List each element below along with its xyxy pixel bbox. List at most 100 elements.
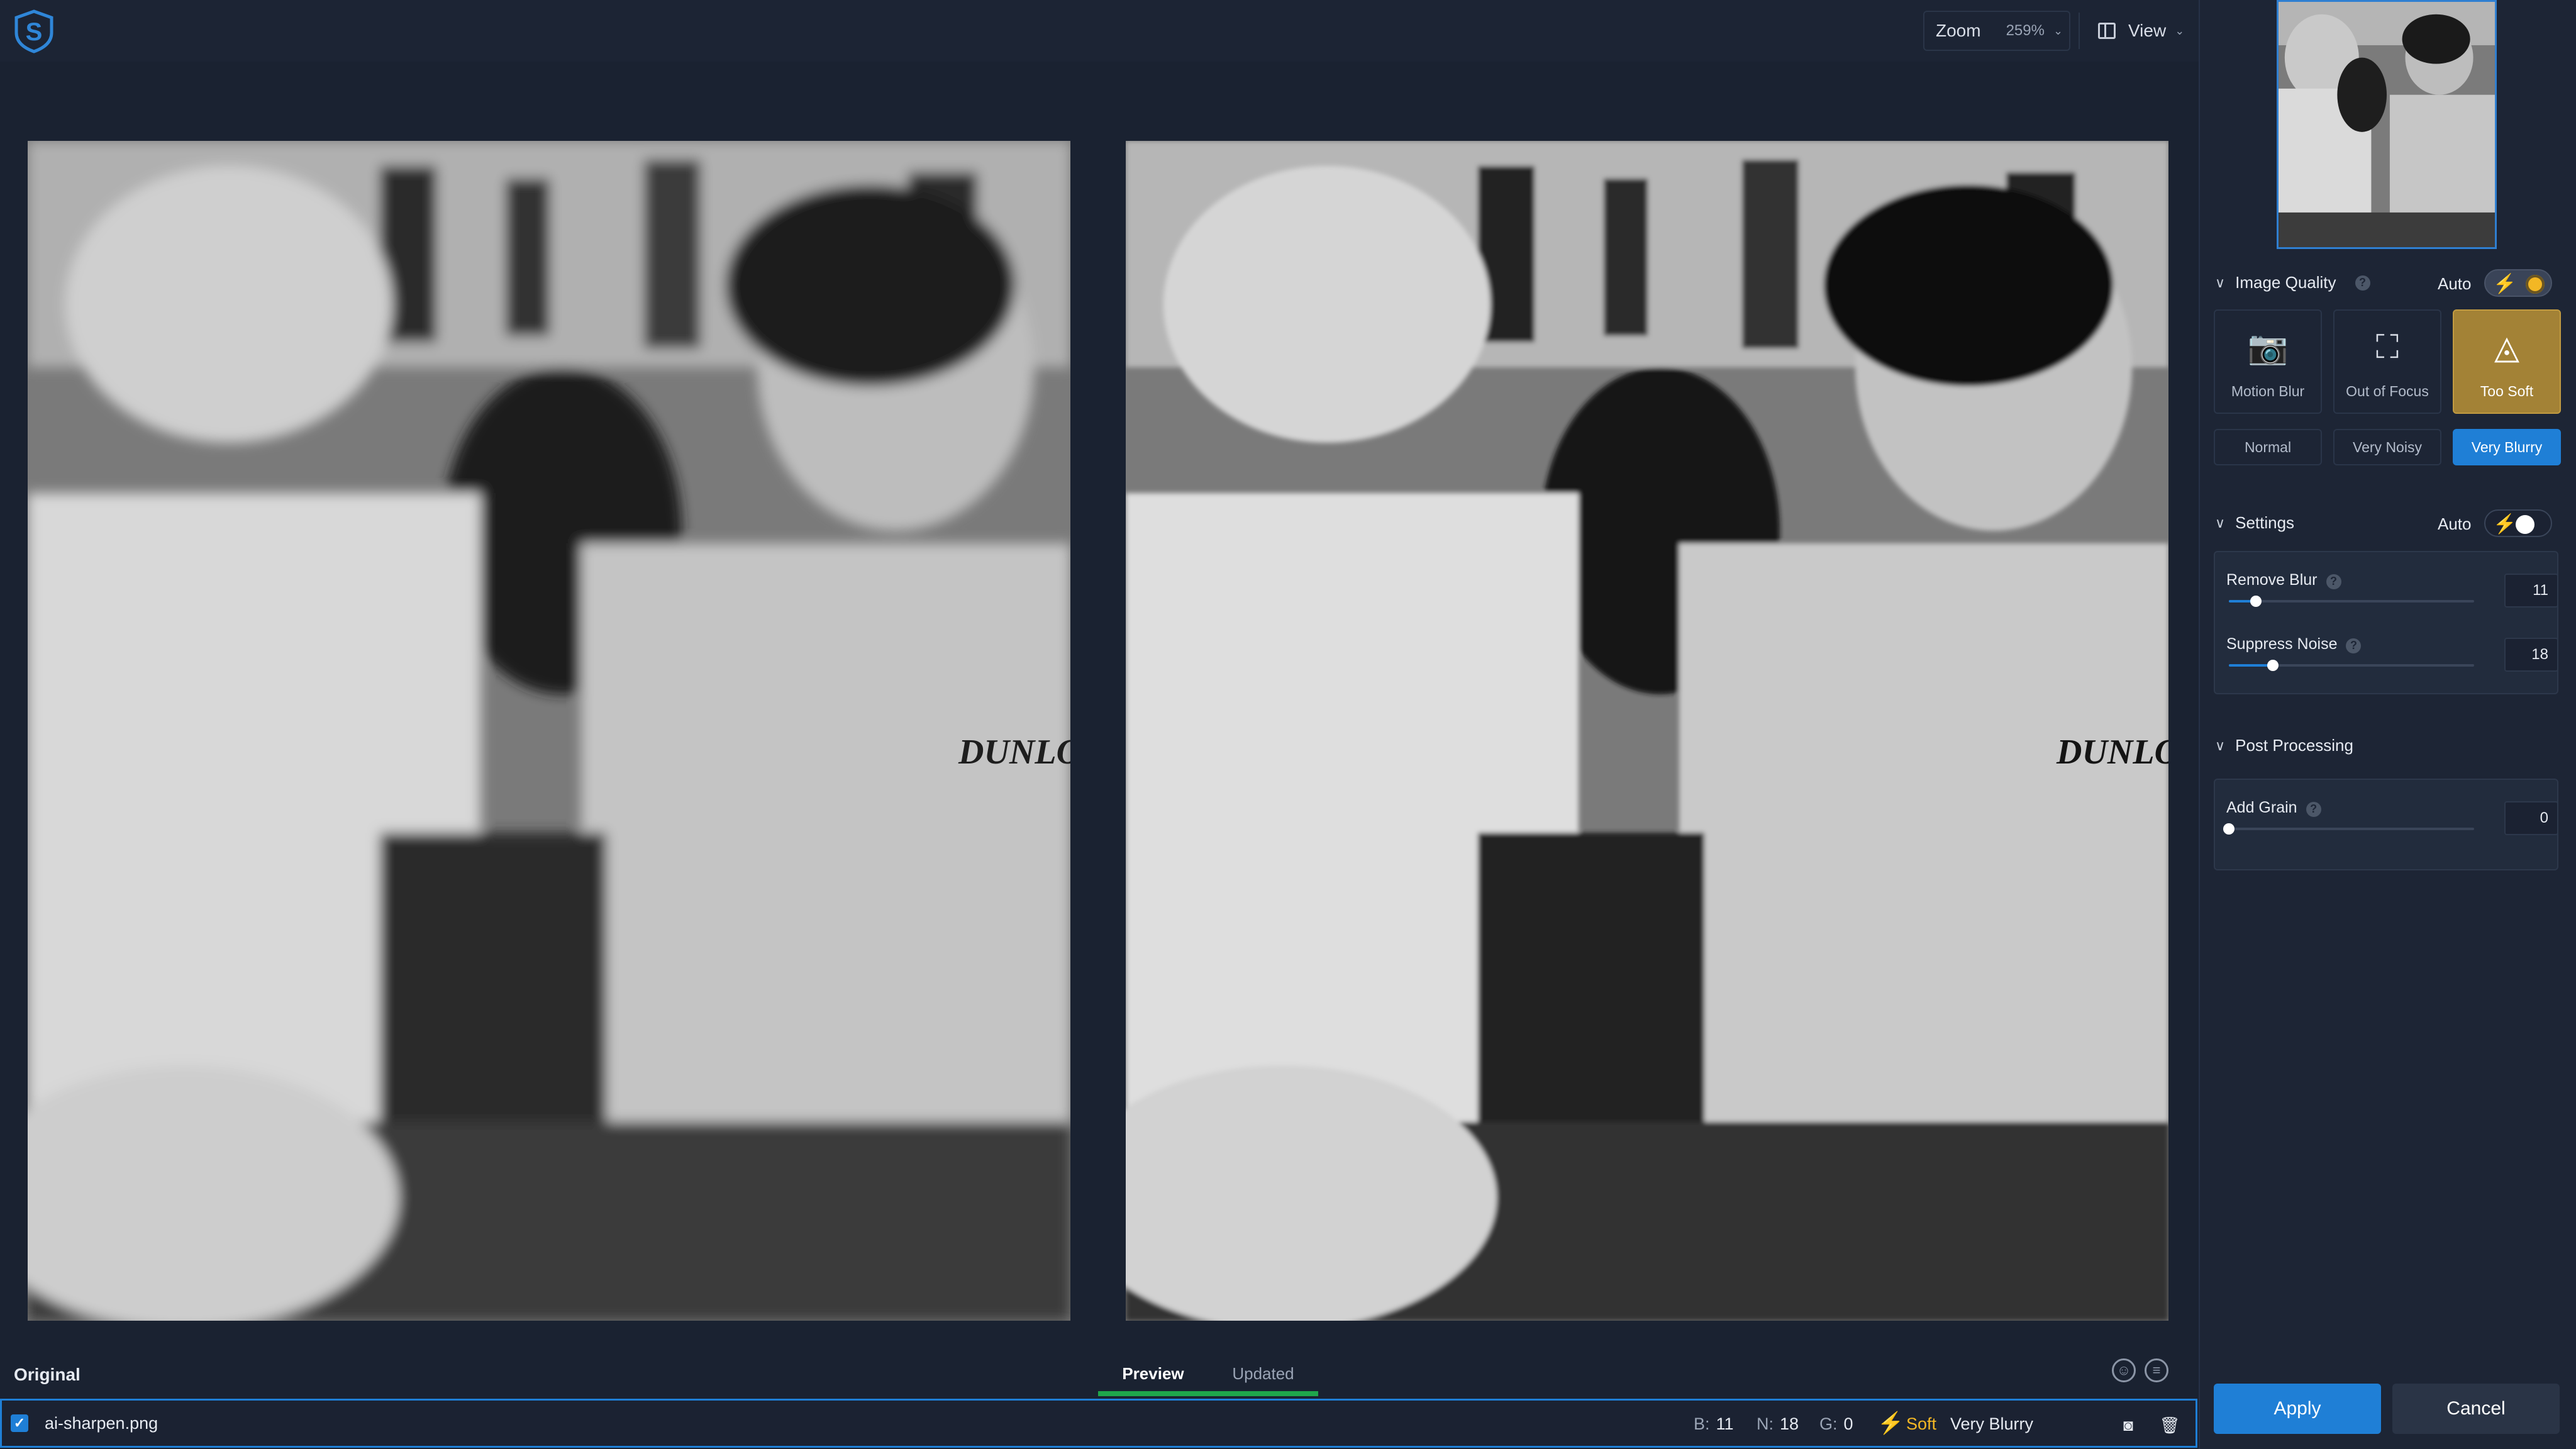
lightning-icon: ⚡: [2493, 274, 2517, 294]
svg-text:DUNLO: DUNLO: [2056, 733, 2168, 772]
cancel-button[interactable]: Cancel: [2392, 1384, 2560, 1434]
svg-text:S: S: [26, 18, 43, 46]
select-checkbox[interactable]: ✓: [11, 1414, 28, 1432]
chevron-down-icon: ∨: [2215, 737, 2226, 753]
chevron-down-icon: ⌄: [2175, 24, 2185, 37]
tab-underline: [1098, 1391, 1318, 1396]
slider-knob[interactable]: [2250, 596, 2262, 607]
remove-blur-value[interactable]: 11: [2504, 574, 2558, 608]
add-grain-label: Add Grain?: [2226, 799, 2321, 817]
noise-stat: N: 18: [1757, 1414, 1799, 1434]
mode-motion-blur-button[interactable]: 📷 Motion Blur: [2214, 309, 2322, 414]
post-processing-title: Post Processing: [2235, 736, 2353, 755]
photo-updated: DUNLO: [1126, 141, 2168, 1321]
category-label: Very Blurry: [1950, 1414, 2034, 1433]
image-list-row[interactable]: ✓ ai-sharpen.png B: 11 N: 18 G: 0 ⚡ Soft Ve…: [0, 1399, 2197, 1448]
chevron-down-icon: ⌄: [2053, 24, 2063, 37]
updated-image[interactable]: DUNLO: [1126, 141, 2168, 1321]
preview-stage: DUNLO DUNLO: [0, 62, 2199, 1390]
grain-stat: G: 0: [1819, 1414, 1853, 1434]
zoom-label: Zoom: [1936, 21, 1981, 40]
divider: [2079, 13, 2080, 49]
help-icon[interactable]: ?: [2306, 801, 2321, 817]
suppress-noise-text: Suppress Noise: [2226, 635, 2338, 653]
level-very-noisy-button[interactable]: Very Noisy: [2333, 429, 2441, 465]
settings-panel: ∨ Image Quality ? Auto ⚡ 📷 Motion Blur ⛶…: [2199, 0, 2576, 1449]
navigator-photo: [2279, 2, 2495, 247]
mode-label: Too Soft: [2480, 383, 2534, 399]
noise-stat-label: N:: [1757, 1414, 1774, 1433]
mode-out-of-focus-button[interactable]: ⛶ Out of Focus: [2333, 309, 2441, 414]
auto-label: Auto: [2438, 274, 2472, 293]
app-logo-icon: S: [14, 9, 53, 53]
preview-tabs: Preview Updated: [1098, 1351, 1318, 1396]
help-icon[interactable]: ?: [2326, 574, 2341, 589]
level-very-blurry-button[interactable]: Very Blurry: [2453, 429, 2561, 465]
mode-label: Out of Focus: [2346, 383, 2429, 399]
view-label: View: [2128, 21, 2167, 40]
settings-header[interactable]: ∨ Settings: [2215, 513, 2294, 533]
view-dropdown[interactable]: View ⌄: [2098, 11, 2199, 51]
suppress-noise-value[interactable]: 18: [2504, 638, 2558, 672]
original-image[interactable]: DUNLO: [28, 141, 1070, 1321]
mode-too-soft-button[interactable]: ◬ Too Soft: [2453, 309, 2561, 414]
smile-icon[interactable]: ☺: [2112, 1358, 2136, 1382]
settings-title: Settings: [2235, 513, 2295, 532]
feedback-icons: ☺ ≡: [2112, 1358, 2168, 1382]
suppress-noise-slider[interactable]: [2229, 660, 2474, 671]
lightning-icon: ⚡: [2493, 514, 2517, 535]
auto-label: Auto: [2438, 514, 2472, 533]
split-view-icon: [2098, 23, 2116, 39]
settings-card: Remove Blur? 11 Suppress Noise? 18: [2214, 551, 2558, 694]
mode-label: Motion Blur: [2231, 383, 2305, 399]
post-processing-card: Add Grain? 0: [2214, 779, 2558, 870]
slider-fill: [2229, 664, 2273, 667]
toggle-knob: [2516, 515, 2534, 534]
blur-stat-value: 11: [1716, 1414, 1734, 1433]
blur-stat: B: 11: [1694, 1414, 1734, 1434]
photo-original: DUNLO: [28, 141, 1070, 1321]
navigator-thumbnail[interactable]: [2277, 0, 2497, 249]
settings-auto-toggle[interactable]: ⚡: [2484, 509, 2552, 537]
help-icon[interactable]: ?: [2346, 638, 2362, 653]
add-grain-slider[interactable]: [2223, 823, 2474, 835]
focus-person-icon: ⛶: [2375, 329, 2399, 365]
soft-droplet-icon: ◬: [2494, 330, 2519, 366]
level-normal-button[interactable]: Normal: [2214, 429, 2322, 465]
original-label: Original: [14, 1365, 80, 1384]
apply-button[interactable]: Apply: [2214, 1384, 2381, 1434]
image-quality-title: Image Quality: [2235, 273, 2336, 292]
neutral-face-icon[interactable]: ≡: [2145, 1358, 2168, 1382]
tab-updated[interactable]: Updated: [1208, 1351, 1318, 1396]
chevron-down-icon: ∨: [2215, 274, 2226, 291]
post-processing-header[interactable]: ∨ Post Processing: [2215, 736, 2353, 755]
file-name: ai-sharpen.png: [45, 1413, 158, 1433]
remove-blur-slider[interactable]: [2229, 596, 2474, 607]
svg-text:DUNLO: DUNLO: [958, 733, 1070, 772]
remove-blur-label: Remove Blur?: [2226, 571, 2341, 589]
image-quality-header[interactable]: ∨ Image Quality ?: [2215, 273, 2370, 292]
add-grain-value[interactable]: 0: [2504, 801, 2558, 835]
add-grain-text: Add Grain: [2226, 799, 2297, 816]
suppress-noise-label: Suppress Noise?: [2226, 635, 2362, 653]
top-toolbar: S Zoom 259% ⌄ View ⌄: [0, 0, 2199, 63]
trash-icon[interactable]: 🗑: [2155, 1411, 2184, 1440]
image-quality-auto-toggle[interactable]: ⚡: [2484, 269, 2552, 297]
camera-motion-icon: 📷: [2247, 330, 2289, 366]
remove-blur-text: Remove Blur: [2226, 571, 2318, 589]
toggle-knob: [2526, 275, 2545, 294]
noise-stat-value: 18: [1780, 1414, 1799, 1433]
mode-label: Soft: [1906, 1414, 1937, 1433]
grain-stat-label: G:: [1819, 1414, 1838, 1433]
chevron-down-icon: ∨: [2215, 514, 2226, 531]
tab-preview[interactable]: Preview: [1098, 1351, 1208, 1396]
slider-knob[interactable]: [2267, 660, 2279, 671]
help-icon[interactable]: ?: [2355, 275, 2370, 291]
zoom-dropdown[interactable]: Zoom 259% ⌄: [1923, 11, 2070, 51]
slider-knob[interactable]: [2223, 823, 2235, 835]
preview-eye-icon[interactable]: ◙: [2114, 1411, 2143, 1440]
lightning-icon: ⚡: [1877, 1411, 1904, 1435]
zoom-value: 259%: [2006, 22, 2045, 39]
blur-stat-label: B:: [1694, 1414, 1710, 1433]
grain-stat-value: 0: [1843, 1414, 1853, 1433]
